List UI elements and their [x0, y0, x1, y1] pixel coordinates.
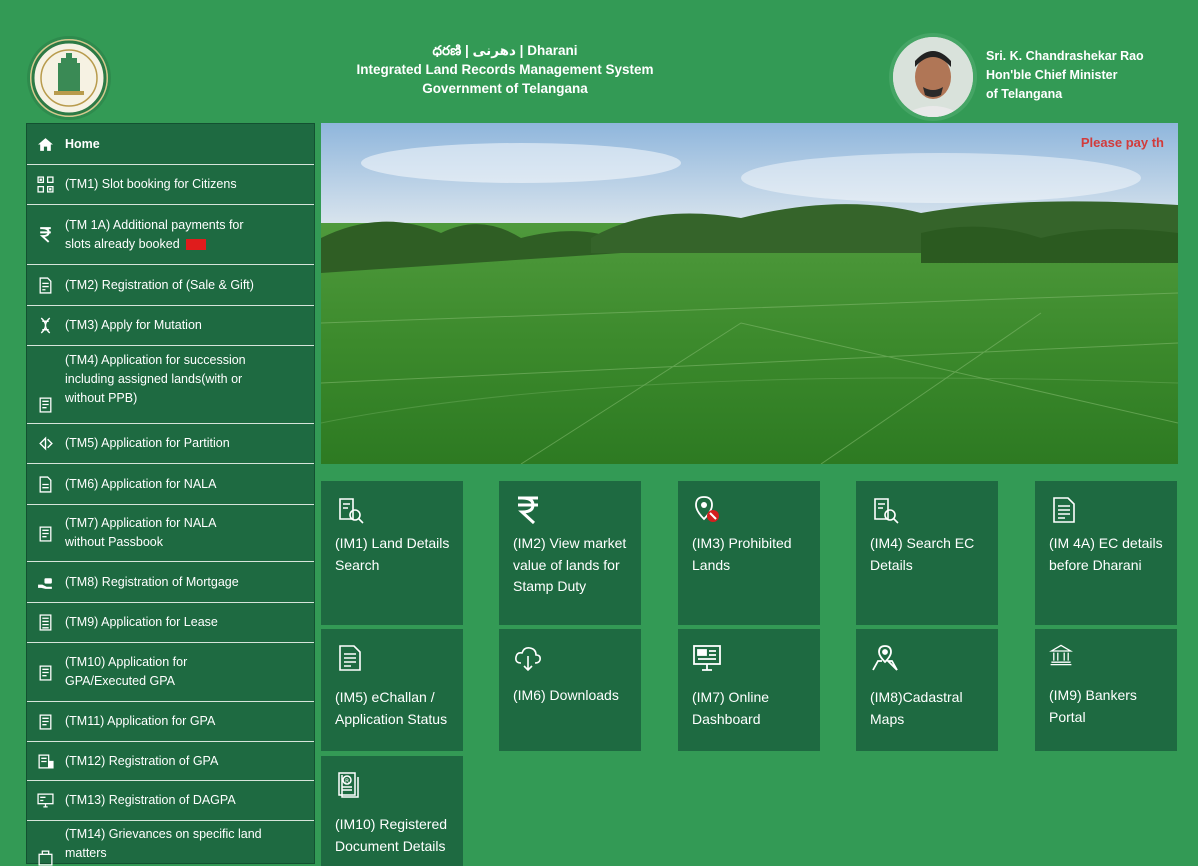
sidebar-item-tm8[interactable]: (TM8) Registration of Mortgage: [27, 562, 314, 603]
sidebar-item-label: (TM8) Registration of Mortgage: [65, 574, 239, 589]
tile-im4a[interactable]: (IM 4A) EC details before Dharani: [1035, 481, 1177, 625]
sidebar-item-label: (TM1) Slot booking for Citizens: [65, 177, 237, 191]
search-document-icon: [870, 495, 986, 533]
cm-name: Sri. K. Chandrashekar Rao: [986, 49, 1144, 63]
home-icon: [35, 136, 55, 153]
sidebar-item-label: (TM4) Application for succession includi…: [65, 353, 246, 405]
sidebar-item-tm14[interactable]: (TM14) Grievances on specific land matte…: [27, 821, 314, 866]
tile-label: (IM1) Land Details Search: [335, 535, 450, 573]
passbook-icon: [35, 396, 55, 413]
site-subtitle: Integrated Land Records Management Syste…: [356, 62, 654, 77]
sidebar-item-label: Home: [65, 136, 100, 151]
sidebar-item-label: (TM7) Application for NALA without Passb…: [65, 516, 216, 549]
tile-label: (IM9) Bankers Portal: [1049, 687, 1137, 725]
sidebar-item-label: (TM12) Registration of GPA: [65, 753, 219, 768]
sidebar-item-tm7[interactable]: (TM7) Application for NALA without Passb…: [27, 505, 314, 562]
sidebar-item-label: (TM14) Grievances on specific land matte…: [65, 827, 262, 860]
monitor-icon: [35, 792, 55, 809]
sidebar-item-tm4[interactable]: (TM4) Application for succession includi…: [27, 346, 314, 424]
register-icon: [35, 753, 55, 770]
bank-icon: [1049, 643, 1165, 685]
prohibited-location-icon: [692, 495, 808, 533]
rupee-icon: [35, 226, 55, 243]
hand-money-icon: [35, 574, 55, 591]
ledger-icon: [35, 614, 55, 631]
tile-im2[interactable]: (IM2) View market value of lands for Sta…: [499, 481, 641, 625]
sidebar-item-tm1[interactable]: (TM1) Slot booking for Citizens: [27, 165, 314, 205]
document-icon: [1049, 495, 1165, 533]
announcement-marquee[interactable]: Please pay th: [1081, 135, 1164, 150]
tile-im6[interactable]: (IM6) Downloads: [499, 629, 641, 751]
rupee-icon: [513, 495, 629, 533]
site-title: ధరణి | دھرنی | Dharani: [432, 43, 578, 58]
tile-label: (IM8)Cadastral Maps: [870, 689, 963, 727]
document-icon: [35, 276, 55, 294]
sidebar-item-tm10[interactable]: (TM10) Application for GPA/Executed GPA: [27, 643, 314, 702]
passbook-icon: [35, 713, 55, 730]
dashboard-icon: [692, 643, 808, 687]
search-document-icon: [335, 495, 451, 533]
sidebar-item-tm1a[interactable]: (TM 1A) Additional payments for slots al…: [27, 205, 314, 265]
qr-icon: [35, 176, 55, 193]
bag-icon: [35, 849, 55, 866]
cloud-download-icon: [513, 643, 629, 685]
tile-im3[interactable]: (IM3) Prohibited Lands: [678, 481, 820, 625]
dna-icon: [35, 317, 55, 334]
sidebar-item-tm11[interactable]: (TM11) Application for GPA: [27, 702, 314, 742]
tile-im5[interactable]: (IM5) eChallan / Application Status: [321, 629, 463, 751]
tile-label: (IM3) Prohibited Lands: [692, 535, 792, 573]
tile-label: (IM6) Downloads: [513, 687, 619, 703]
hero-banner-image: Please pay th: [321, 123, 1178, 464]
svg-text:R: R: [345, 778, 349, 785]
sidebar-item-tm9[interactable]: (TM9) Application for Lease: [27, 603, 314, 643]
tile-im1[interactable]: (IM1) Land Details Search: [321, 481, 463, 625]
new-badge-icon: [185, 238, 206, 250]
sidebar-item-tm6[interactable]: (TM6) Application for NALA: [27, 464, 314, 505]
sidebar-item-label: (TM9) Application for Lease: [65, 615, 218, 629]
cm-avatar: [889, 33, 977, 121]
sidebar-item-tm12[interactable]: (TM12) Registration of GPA: [27, 742, 314, 781]
tile-label: (IM4) Search EC Details: [870, 535, 975, 573]
file-icon: [35, 475, 55, 493]
sidebar-menu: Home (TM1) Slot booking for Citizens (TM…: [26, 123, 315, 866]
partition-icon: [35, 435, 55, 452]
sidebar-item-label: (TM6) Application for NALA: [65, 476, 217, 491]
tile-label: (IM7) Online Dashboard: [692, 689, 770, 727]
passbook-icon: [35, 525, 55, 542]
tile-im10[interactable]: R (IM10) Registered Document Details: [321, 756, 463, 866]
document-icon: [335, 643, 451, 687]
map-pin-icon: [870, 643, 986, 687]
sidebar-item-label: (TM3) Apply for Mutation: [65, 318, 202, 332]
tile-label: (IM 4A) EC details before Dharani: [1049, 535, 1163, 573]
cm-info: Sri. K. Chandrashekar Rao Hon'ble Chief …: [986, 47, 1144, 104]
sidebar-item-label: (TM13) Registration of DAGPA: [65, 793, 236, 807]
sidebar-item-label: (TM10) Application for GPA/Executed GPA: [65, 655, 188, 688]
sidebar-item-tm2[interactable]: (TM2) Registration of (Sale & Gift): [27, 265, 314, 306]
cm-state: of Telangana: [986, 87, 1063, 101]
tile-im7[interactable]: (IM7) Online Dashboard: [678, 629, 820, 751]
sidebar-item-label: (TM11) Application for GPA: [65, 714, 216, 728]
sidebar-item-tm3[interactable]: (TM3) Apply for Mutation: [27, 306, 314, 346]
sidebar-item-tm5[interactable]: (TM5) Application for Partition: [27, 424, 314, 464]
sidebar-item-label: (TM5) Application for Partition: [65, 436, 230, 450]
sidebar-item-label: (TM2) Registration of (Sale & Gift): [65, 277, 254, 292]
sidebar-item-home[interactable]: Home: [27, 124, 314, 165]
tile-im8[interactable]: (IM8)Cadastral Maps: [856, 629, 998, 751]
sidebar-item-tm13[interactable]: (TM13) Registration of DAGPA: [27, 781, 314, 821]
tile-im4[interactable]: (IM4) Search EC Details: [856, 481, 998, 625]
passbook-icon: [35, 664, 55, 681]
tile-im9[interactable]: (IM9) Bankers Portal: [1035, 629, 1177, 751]
telangana-emblem-logo: [27, 36, 111, 120]
tile-label: (IM10) Registered Document Details: [335, 816, 448, 854]
site-title-block: ధరణి | دھرنی | Dharani Integrated Land R…: [300, 41, 710, 98]
cm-title: Hon'ble Chief Minister: [986, 68, 1118, 82]
tile-label: (IM2) View market value of lands for Sta…: [513, 535, 627, 594]
registered-document-icon: R: [335, 770, 451, 814]
sidebar-item-label: (TM 1A) Additional payments for slots al…: [65, 217, 244, 251]
site-government: Government of Telangana: [422, 81, 588, 96]
tile-label: (IM5) eChallan / Application Status: [335, 689, 448, 727]
